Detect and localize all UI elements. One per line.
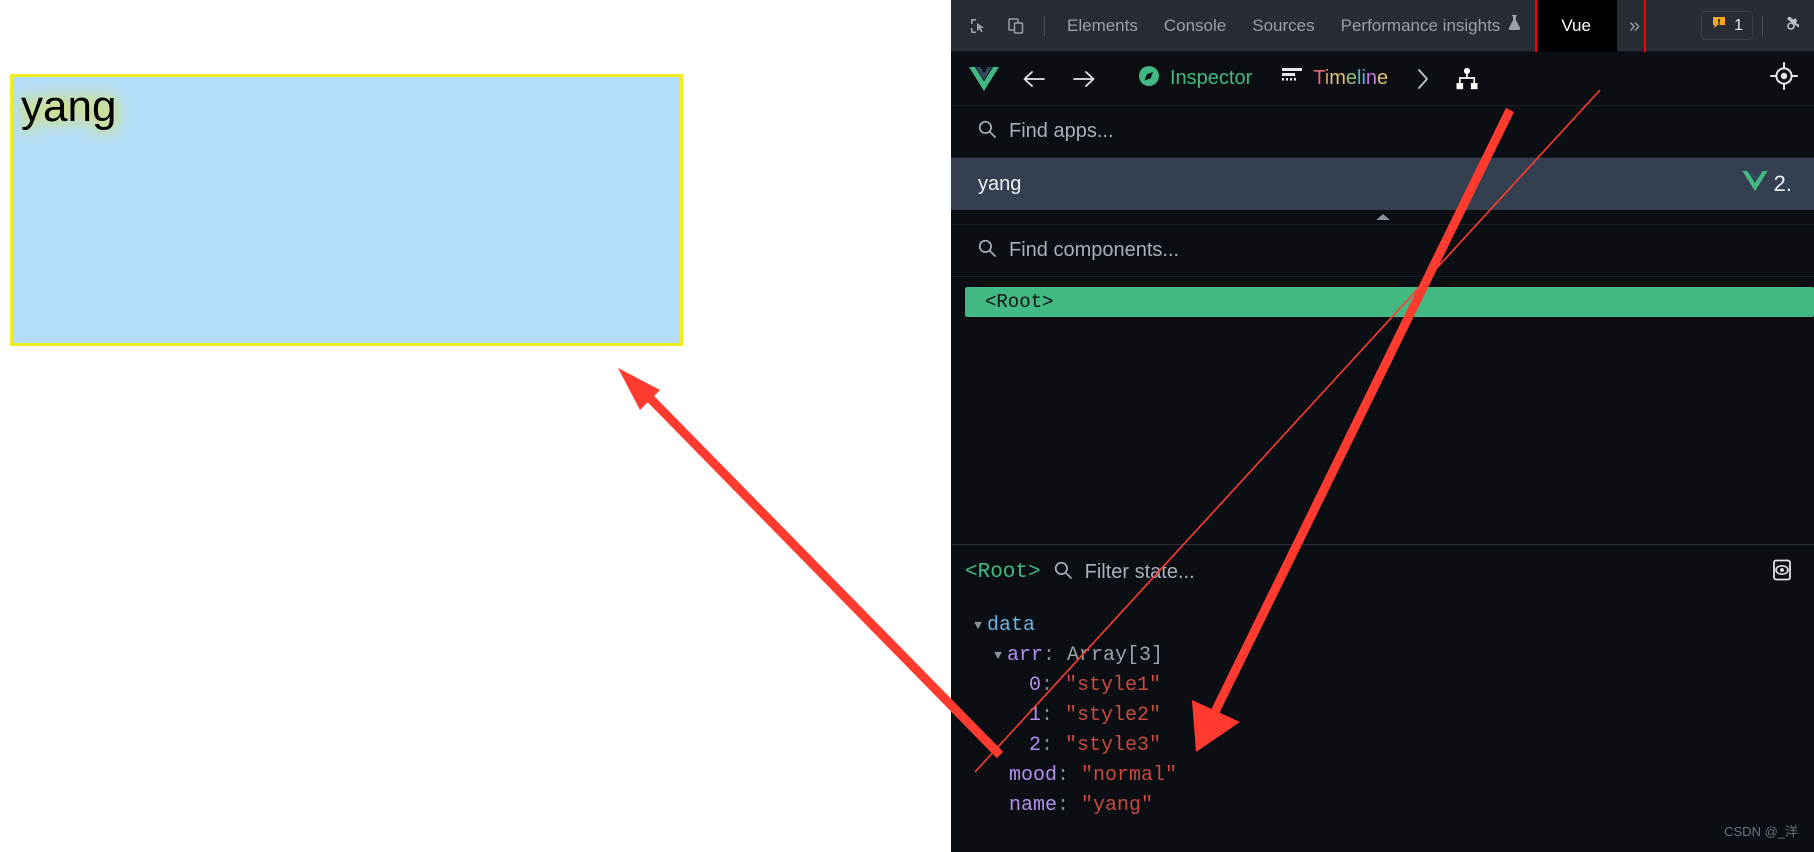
app-version-text: 2. (1773, 171, 1792, 196)
state-entry-arr[interactable]: ▼ arr : Array[3] (951, 640, 1814, 670)
state-key-2: 2 (1029, 733, 1042, 757)
device-toolbar-icon[interactable] (999, 9, 1033, 43)
state-panel-header: <Root> Filter state... (951, 544, 1814, 600)
state-array-item[interactable]: 2 : "style3" (951, 730, 1814, 760)
devtools-tabbar: Elements Console Sources Performance ins… (951, 0, 1814, 71)
watermark: CSDN @_洋 (1724, 824, 1798, 839)
state-key-1: 1 (1029, 703, 1042, 727)
devtools-panel: Elements Console Sources Performance ins… (951, 0, 1814, 852)
app-list-item-yang[interactable]: yang 2. (951, 158, 1814, 210)
state-value-2: "style3" (1065, 733, 1162, 757)
tabbar-overflow-button[interactable]: » (1617, 0, 1652, 52)
timeline-icon (1280, 66, 1304, 92)
state-panel-component-name: <Root> (965, 561, 1041, 584)
tab-elements[interactable]: Elements (1054, 0, 1151, 52)
state-value-name: "yang" (1081, 793, 1154, 817)
inspect-element-icon[interactable] (961, 9, 995, 43)
devtools-tabbar-right: 1 (1701, 9, 1814, 43)
state-group-label: data (987, 613, 1036, 637)
state-group-data[interactable]: ▼ data (951, 610, 1814, 640)
state-value-1: "style2" (1065, 703, 1162, 727)
state-value-0: "style1" (1065, 673, 1162, 697)
warning-badge[interactable]: 1 (1701, 11, 1753, 40)
tab-sources[interactable]: Sources (1239, 0, 1327, 52)
compass-icon (1137, 64, 1161, 94)
crosshair-target-icon[interactable] (1770, 62, 1798, 95)
state-key-mood: mood (1009, 763, 1058, 787)
state-entry-name[interactable]: name : "yang" (951, 790, 1814, 820)
filter-state-placeholder: Filter state... (1084, 561, 1195, 583)
find-components-placeholder: Find components... (1009, 239, 1180, 261)
state-array-item[interactable]: 1 : "style2" (951, 700, 1814, 730)
apps-collapse-handle[interactable] (951, 210, 1814, 225)
state-value-mood: "normal" (1081, 763, 1178, 787)
chevron-up-icon (1375, 214, 1390, 220)
find-apps-placeholder: Find apps... (1009, 120, 1114, 142)
state-key-arr: arr (1007, 643, 1044, 667)
toolbar-divider (1044, 15, 1045, 36)
state-entry-mood[interactable]: mood : "normal" (951, 760, 1814, 790)
search-icon (977, 238, 997, 264)
state-key-0: 0 (1029, 673, 1042, 697)
component-tree: <Root> (951, 277, 1814, 544)
tab-performance-insights[interactable]: Performance insights (1328, 0, 1536, 52)
gear-icon[interactable] (1774, 9, 1808, 43)
tree-node-root[interactable]: <Root> (965, 287, 1814, 317)
tab-performance-insights-label: Performance insights (1340, 15, 1501, 35)
vue-logo-icon-small (1741, 170, 1768, 198)
toolbar-divider-2 (1762, 15, 1763, 36)
arrow-right-icon[interactable] (1059, 52, 1109, 106)
caret-down-icon[interactable]: ▼ (989, 648, 1007, 663)
vue-devtools-header: Inspector Timeline (951, 52, 1814, 106)
state-tree: ▼ data ▼ arr : Array[3] 0 : "style1" 1 :… (951, 600, 1814, 820)
tree-node-root-label: <Root> (985, 291, 1054, 313)
vue-nav-inspector[interactable]: Inspector (1123, 52, 1266, 106)
vue-logo-icon (965, 52, 1009, 106)
experiment-flask-icon (1507, 0, 1522, 52)
find-components-row[interactable]: Find components... (951, 225, 1814, 277)
app-name: yang (978, 172, 1022, 195)
state-type-arr: Array[3] (1067, 643, 1164, 667)
warning-count: 1 (1734, 16, 1743, 34)
vue-header-right (1770, 62, 1814, 95)
caret-down-icon[interactable]: ▼ (969, 618, 987, 633)
warning-triangle-icon (1711, 15, 1727, 36)
inspect-state-icon[interactable] (1770, 558, 1794, 587)
tab-vue-wrapper: Vue » (1535, 0, 1652, 71)
component-tree-icon[interactable] (1444, 52, 1490, 106)
web-page-viewport: yang (0, 0, 951, 852)
vue-nav-inspector-label: Inspector (1170, 67, 1253, 89)
search-icon (977, 119, 997, 145)
state-key-name: name (1009, 793, 1058, 817)
tab-vue[interactable]: Vue (1535, 0, 1617, 52)
arrow-left-icon[interactable] (1009, 52, 1059, 106)
find-apps-row[interactable]: Find apps... (951, 106, 1814, 158)
highlighted-content-box: yang (10, 74, 683, 346)
tab-console[interactable]: Console (1151, 0, 1239, 52)
state-array-item[interactable]: 0 : "style1" (951, 670, 1814, 700)
chevron-right-icon[interactable] (1402, 52, 1444, 106)
vue-nav-timeline[interactable]: Timeline (1266, 52, 1402, 106)
page-text-yang: yang (21, 82, 117, 131)
app-version: 2. (1741, 170, 1792, 198)
vue-nav-timeline-label: Timeline (1313, 67, 1389, 89)
search-icon (1053, 560, 1073, 585)
